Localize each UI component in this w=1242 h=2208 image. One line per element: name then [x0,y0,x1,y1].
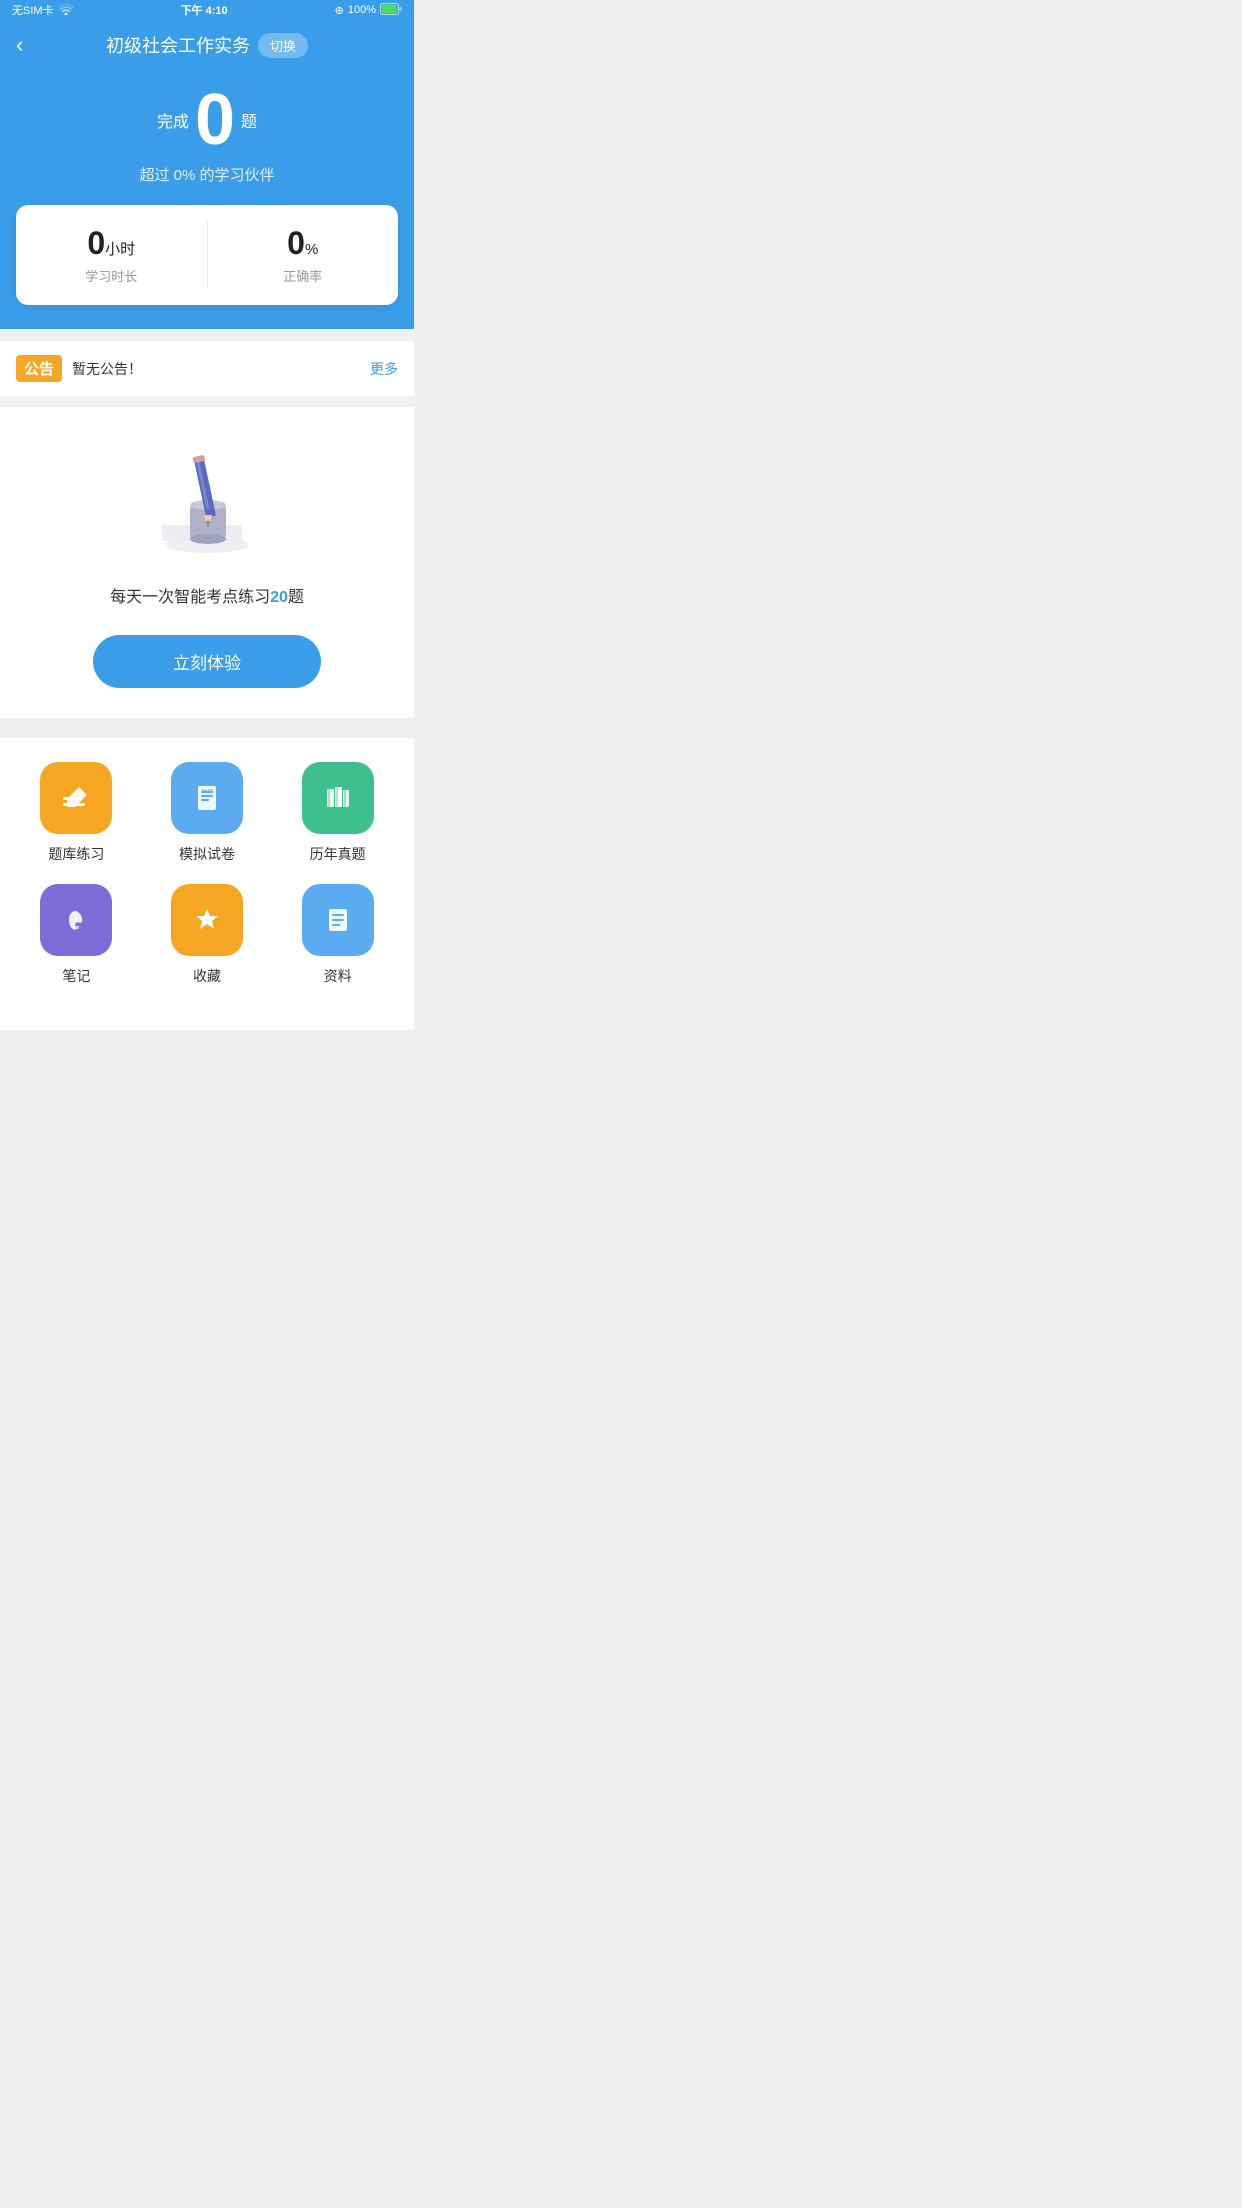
hero-section: 完成 0 题 超过 0% 的学习伙伴 [0,74,414,225]
notes-label: 笔记 [62,966,90,986]
battery-icon [380,3,402,18]
announcement-bar: 公告 暂无公告！ 更多 [0,341,414,397]
study-hours-value: 0小时 [32,225,191,262]
page-header: ‹ 初级社会工作实务 切换 [0,20,414,74]
wifi-icon [58,3,74,18]
bottom-spacer [0,1010,414,1030]
daily-description: 每天一次智能考点练习20题 [16,583,398,607]
status-time: 下午 4:10 [181,2,228,18]
mock-exam-icon: test [171,762,243,834]
section-separator [0,397,414,407]
study-hours-stat: 0小时 学习时长 [16,205,207,305]
menu-section: 题库练习 test 模拟试卷 [0,738,414,1010]
question-bank-label: 题库练习 [48,844,104,864]
announcement-text: 暂无公告！ [72,359,370,379]
question-bank-icon [40,762,112,834]
pencil-illustration [142,437,272,567]
mock-exam-label: 模拟试卷 [179,844,235,864]
battery-percent: 100% [348,4,376,16]
menu-item-notes[interactable]: 笔记 [16,884,137,986]
accuracy-stat: 0% 正确率 [208,205,399,305]
location-icon: ⊕ [335,4,344,17]
materials-icon [302,884,374,956]
stats-card: 0小时 学习时长 0% 正确率 [16,205,398,305]
materials-label: 资料 [324,966,352,986]
svg-text:test: test [202,789,213,795]
daily-section: 每天一次智能考点练习20题 立刻体验 [0,407,414,718]
study-hours-label: 学习时长 [32,266,191,285]
menu-item-past-exams[interactable]: 历年真题 [277,762,398,864]
past-exams-label: 历年真题 [310,844,366,864]
status-left: 无SIM卡 [12,2,74,18]
switch-button[interactable]: 切换 [258,33,308,58]
completed-suffix: 题 [241,108,257,132]
menu-item-mock-exam[interactable]: test 模拟试卷 [147,762,268,864]
completed-row: 完成 0 题 [0,84,414,156]
sim-label: 无SIM卡 [12,2,54,18]
experience-button[interactable]: 立刻体验 [93,635,321,688]
past-exams-icon [302,762,374,834]
page-title: 初级社会工作实务 [106,32,250,58]
announcement-badge: 公告 [16,355,62,382]
accuracy-value: 0% [224,225,383,262]
accuracy-label: 正确率 [224,266,383,285]
menu-item-question-bank[interactable]: 题库练习 [16,762,137,864]
back-button[interactable]: ‹ [16,32,23,58]
announcement-more-button[interactable]: 更多 [370,359,398,379]
status-bar: 无SIM卡 下午 4:10 ⊕ 100% [0,0,414,20]
status-right: ⊕ 100% [335,3,402,18]
notes-icon [40,884,112,956]
surpass-text: 超过 0% 的学习伙伴 [0,164,414,185]
completed-prefix: 完成 [157,108,189,132]
menu-grid: 题库练习 test 模拟试卷 [16,762,398,986]
favorites-label: 收藏 [193,966,221,986]
completed-count: 0 [195,84,235,156]
favorites-icon [171,884,243,956]
menu-item-materials[interactable]: 资料 [277,884,398,986]
menu-item-favorites[interactable]: 收藏 [147,884,268,986]
menu-separator [0,718,414,728]
